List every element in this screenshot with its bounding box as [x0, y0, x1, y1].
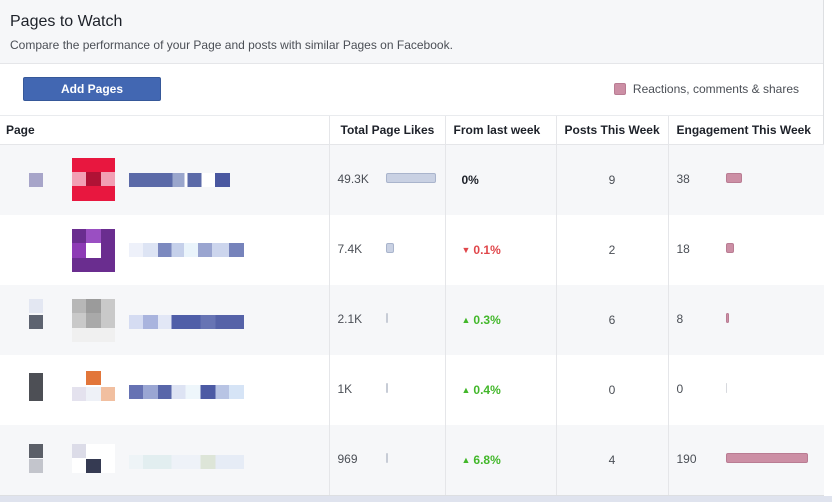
change-percent: 0.4%	[473, 382, 501, 397]
engagement-value: 18	[676, 241, 690, 256]
engagement-cell: 18	[667, 214, 824, 285]
likes-bar	[385, 382, 388, 393]
engagement-cell: 8	[667, 284, 824, 355]
page-avatar[interactable]	[72, 228, 115, 272]
page-name-redacted[interactable]	[129, 172, 230, 187]
table-header-row: Page Total Page Likes From last week Pos…	[0, 116, 824, 145]
table-row[interactable]: 2.1K ▲ 0.3% 6 8	[0, 284, 824, 355]
page-cell[interactable]	[0, 424, 329, 495]
change-cell: ▲ 0.3%	[444, 284, 556, 355]
rank-marker	[29, 458, 43, 473]
rank-marker	[29, 372, 43, 401]
posts-this-week-value: 6	[555, 284, 668, 355]
change-value: ▲ 0.4%	[446, 383, 556, 397]
change-value: ▲ 0.3%	[446, 313, 556, 327]
engagement-bar	[725, 452, 808, 463]
bottom-edge	[0, 496, 832, 502]
page-cell[interactable]	[0, 144, 329, 215]
total-page-likes-value: 969	[337, 451, 358, 466]
page-cell[interactable]	[0, 214, 329, 285]
column-header-engagement-this-week[interactable]: Engagement This Week	[667, 116, 824, 145]
page-avatar[interactable]	[72, 157, 115, 201]
engagement-bar	[725, 312, 729, 323]
change-cell: ▼ 0.1%	[444, 214, 556, 285]
page-name-redacted[interactable]	[129, 314, 244, 329]
engagement-cell: 38	[667, 144, 824, 215]
engagement-cell: 0	[667, 354, 824, 425]
likes-bar	[385, 312, 388, 323]
change-percent: 0.1%	[473, 242, 501, 257]
posts-this-week-value: 2	[555, 214, 668, 285]
pages-table: Page Total Page Likes From last week Pos…	[0, 116, 824, 495]
panel-subtitle: Compare the performance of your Page and…	[10, 38, 453, 52]
total-page-likes-value: 2.1K	[337, 311, 363, 326]
page-name-redacted[interactable]	[129, 454, 244, 469]
triangle-up-icon: ▲	[461, 314, 471, 325]
likes-cell: 969	[328, 424, 445, 495]
total-page-likes-value: 1K	[337, 381, 353, 396]
change-cell: ▲ 0.4%	[444, 354, 556, 425]
table-row[interactable]: 969 ▲ 6.8% 4 190	[0, 424, 824, 495]
change-percent: 6.8%	[473, 452, 501, 467]
rank-marker	[29, 314, 43, 329]
page-cell[interactable]	[0, 354, 329, 425]
page-avatar[interactable]	[72, 298, 115, 342]
column-header-total-page-likes[interactable]: Total Page Likes	[328, 116, 445, 145]
total-page-likes-value: 49.3K	[337, 171, 369, 186]
page-name-redacted[interactable]	[129, 384, 244, 399]
engagement-bar	[725, 242, 734, 253]
change-value: ▲ 6.8%	[446, 453, 556, 467]
add-pages-button[interactable]: Add Pages	[23, 77, 161, 101]
column-header-page[interactable]: Page	[0, 116, 329, 145]
triangle-up-icon: ▲	[461, 454, 471, 465]
page-cell[interactable]	[0, 284, 329, 355]
engagement-value: 8	[676, 311, 684, 326]
engagement-value: 38	[676, 171, 690, 186]
change-percent: 0%	[461, 172, 479, 187]
rank-marker	[29, 443, 43, 458]
change-cell: 0%	[444, 144, 556, 215]
posts-this-week-value: 9	[555, 144, 668, 215]
engagement-cell: 190	[667, 424, 824, 495]
change-cell: ▲ 6.8%	[444, 424, 556, 495]
likes-cell: 49.3K	[328, 144, 445, 215]
total-page-likes-value: 7.4K	[337, 241, 363, 256]
likes-cell: 2.1K	[328, 284, 445, 355]
likes-bar	[385, 242, 394, 253]
rank-marker	[29, 298, 43, 313]
rank-marker	[29, 172, 43, 187]
page-avatar[interactable]	[72, 370, 115, 401]
legend: Reactions, comments & shares	[613, 82, 799, 96]
triangle-up-icon: ▲	[461, 384, 471, 395]
posts-this-week-value: 4	[555, 424, 668, 495]
likes-cell: 7.4K	[328, 214, 445, 285]
likes-bar	[385, 172, 436, 183]
change-value: 0%	[446, 173, 556, 187]
likes-cell: 1K	[328, 354, 445, 425]
engagement-value: 190	[676, 451, 697, 466]
page-avatar[interactable]	[72, 443, 115, 473]
engagement-bar	[725, 382, 727, 393]
column-header-from-last-week[interactable]: From last week	[444, 116, 556, 145]
table-row[interactable]: 49.3K 0% 9 38	[0, 144, 824, 215]
panel-header: Pages to Watch Compare the performance o…	[0, 0, 823, 64]
page-name-redacted[interactable]	[129, 242, 244, 257]
engagement-value: 0	[676, 381, 684, 396]
column-header-posts-this-week[interactable]: Posts This Week	[555, 116, 668, 145]
triangle-down-icon: ▼	[461, 244, 471, 255]
toolbar: Add Pages Reactions, comments & shares	[0, 64, 823, 116]
pages-to-watch-panel: Pages to Watch Compare the performance o…	[0, 0, 824, 496]
posts-this-week-value: 0	[555, 354, 668, 425]
engagement-bar	[725, 172, 742, 183]
table-row[interactable]: 7.4K ▼ 0.1% 2 18	[0, 214, 824, 285]
panel-title: Pages to Watch	[10, 13, 123, 30]
change-percent: 0.3%	[473, 312, 501, 327]
change-value: ▼ 0.1%	[446, 243, 556, 257]
legend-swatch	[613, 83, 626, 95]
legend-label: Reactions, comments & shares	[632, 82, 799, 96]
likes-bar	[385, 452, 388, 463]
table-row[interactable]: 1K ▲ 0.4% 0 0	[0, 354, 824, 425]
